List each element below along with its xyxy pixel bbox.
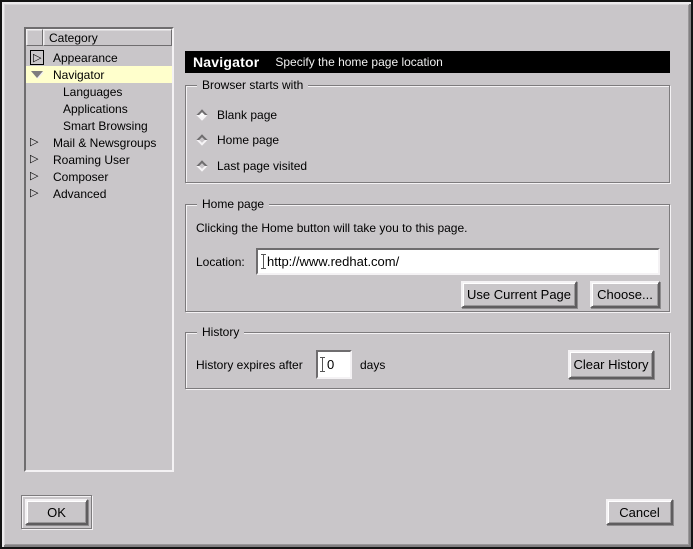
location-input[interactable] xyxy=(256,248,660,275)
radio-blank-page[interactable]: Blank page xyxy=(194,107,277,123)
page-title: Navigator xyxy=(193,54,259,70)
radio-home-page[interactable]: Home page xyxy=(194,132,279,148)
tree-rows: ▷ Appearance Navigator Languages Applica… xyxy=(26,49,172,202)
preferences-window: Category ▷ Appearance Navigator Language… xyxy=(0,0,693,549)
expanded-triangle-icon[interactable] xyxy=(31,71,43,78)
tree-item-label: Languages xyxy=(60,85,122,99)
location-label: Location: xyxy=(196,255,245,269)
collapsed-triangle-icon[interactable]: ▷ xyxy=(30,171,38,182)
radio-label: Last page visited xyxy=(217,159,307,173)
button-label: Choose... xyxy=(597,287,653,302)
radio-unselected-icon[interactable] xyxy=(196,134,207,145)
tree-item-composer[interactable]: ▷ Composer xyxy=(26,168,172,185)
button-label: OK xyxy=(47,505,66,520)
browser-starts-with-group: Browser starts with Blank page Home page… xyxy=(185,85,670,183)
home-page-description: Clicking the Home button will take you t… xyxy=(196,221,467,235)
tree-item-applications[interactable]: Applications xyxy=(26,100,172,117)
history-group: History History expires after days Clear… xyxy=(185,332,670,389)
expander-focus-box: ▷ xyxy=(30,50,44,65)
tree-item-label: Smart Browsing xyxy=(60,119,148,133)
tree-item-label: Mail & Newsgroups xyxy=(50,136,156,150)
tree-item-label: Composer xyxy=(50,170,108,184)
tree-item-languages[interactable]: Languages xyxy=(26,83,172,100)
radio-label: Blank page xyxy=(217,108,277,122)
group-legend: History xyxy=(197,325,244,339)
section-header: Navigator Specify the home page location xyxy=(185,51,670,73)
tree-header-label: Category xyxy=(49,31,98,45)
tree-item-label: Appearance xyxy=(50,51,118,65)
tree-item-label: Roaming User xyxy=(50,153,130,167)
ok-button[interactable]: OK xyxy=(25,499,88,525)
page-subtitle: Specify the home page location xyxy=(275,55,442,69)
collapsed-triangle-icon[interactable]: ▷ xyxy=(30,137,38,148)
button-label: Clear History xyxy=(573,357,648,372)
tree-item-navigator[interactable]: Navigator xyxy=(26,66,172,83)
tree-item-label: Advanced xyxy=(50,187,106,201)
group-legend: Browser starts with xyxy=(197,78,308,92)
use-current-page-button[interactable]: Use Current Page xyxy=(461,281,577,308)
tree-item-label: Applications xyxy=(60,102,128,116)
tree-item-roaming-user[interactable]: ▷ Roaming User xyxy=(26,151,172,168)
clear-history-button[interactable]: Clear History xyxy=(568,350,654,379)
collapsed-triangle-icon[interactable]: ▷ xyxy=(33,52,41,64)
tree-header-category-cell: Category xyxy=(43,29,172,46)
tree-header: Category xyxy=(26,29,172,46)
history-expires-label: History expires after xyxy=(196,358,303,372)
tree-item-mail-newsgroups[interactable]: ▷ Mail & Newsgroups xyxy=(26,134,172,151)
days-label: days xyxy=(360,358,385,372)
history-days-input[interactable] xyxy=(316,350,352,379)
cancel-button[interactable]: Cancel xyxy=(606,499,673,525)
radio-last-page-visited[interactable]: Last page visited xyxy=(194,158,307,174)
radio-unselected-icon[interactable] xyxy=(196,160,207,171)
collapsed-triangle-icon[interactable]: ▷ xyxy=(30,154,38,165)
radio-label: Home page xyxy=(217,133,279,147)
ok-default-frame: OK xyxy=(21,495,92,529)
collapsed-triangle-icon[interactable]: ▷ xyxy=(30,188,38,199)
radio-selected-icon[interactable] xyxy=(196,109,207,120)
button-label: Cancel xyxy=(619,505,659,520)
tree-item-advanced[interactable]: ▷ Advanced xyxy=(26,185,172,202)
choose-button[interactable]: Choose... xyxy=(590,281,660,308)
home-page-group: Home page Clicking the Home button will … xyxy=(185,204,670,312)
tree-item-smart-browsing[interactable]: Smart Browsing xyxy=(26,117,172,134)
tree-item-appearance[interactable]: ▷ Appearance xyxy=(26,49,172,66)
tree-header-spacer-cell xyxy=(26,29,43,46)
group-legend: Home page xyxy=(197,197,269,211)
category-tree: Category ▷ Appearance Navigator Language… xyxy=(24,27,174,472)
tree-item-label: Navigator xyxy=(50,68,104,82)
button-label: Use Current Page xyxy=(467,287,571,302)
